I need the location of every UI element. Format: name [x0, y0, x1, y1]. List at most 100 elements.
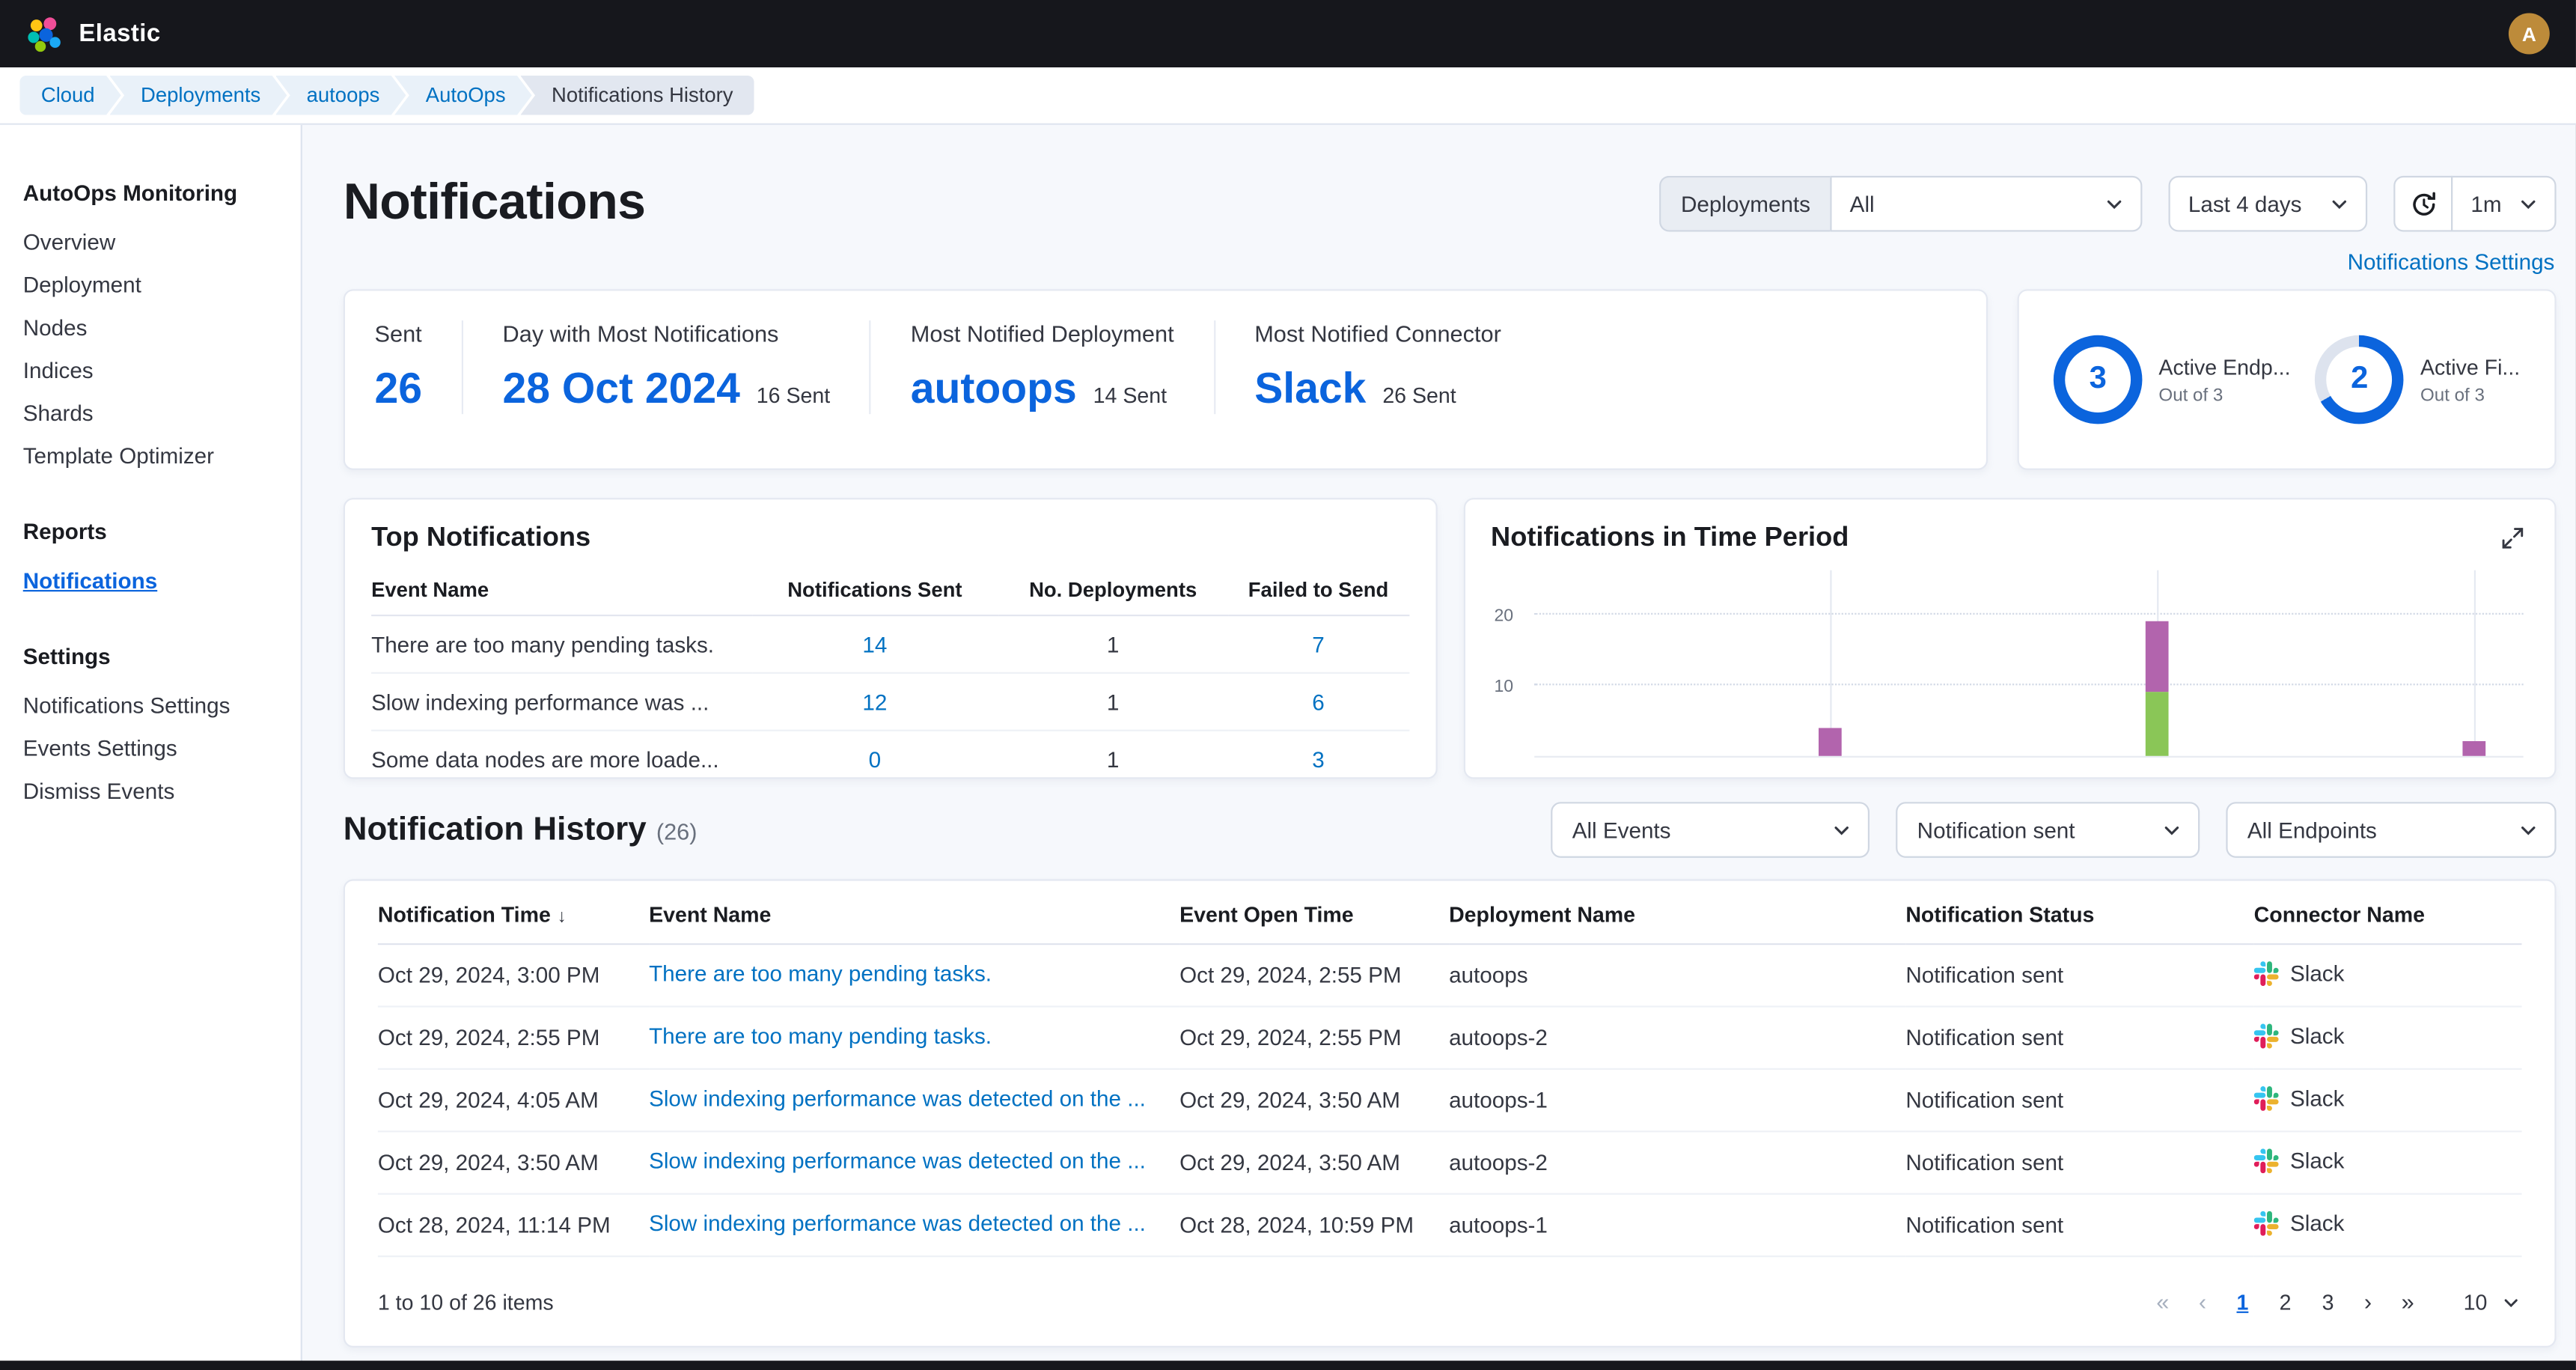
sort-desc-icon: ↓	[558, 907, 567, 927]
sidebar: AutoOps MonitoringOverviewDeploymentNode…	[0, 125, 302, 1370]
rows-per-page-select[interactable]: 10	[2464, 1289, 2522, 1314]
chevron-down-icon	[2500, 1291, 2522, 1312]
event-name-link[interactable]: There are too many pending tasks.	[649, 960, 992, 985]
event-name-link[interactable]: Slow indexing performance was detected o…	[649, 1148, 1146, 1172]
sidebar-item-deployment[interactable]: Deployment	[0, 263, 301, 305]
event-name-link[interactable]: There are too many pending tasks.	[649, 1023, 992, 1047]
page-title: Notifications	[344, 172, 646, 231]
sidebar-item-template-optimizer[interactable]: Template Optimizer	[0, 434, 301, 477]
breadcrumb-deployments[interactable]: Deployments	[109, 76, 287, 115]
brand-name: Elastic	[79, 19, 160, 47]
sidebar-item-shards[interactable]: Shards	[0, 391, 301, 433]
sidebar-item-notifications-settings[interactable]: Notifications Settings	[0, 684, 301, 726]
top-notifications-card: Top Notifications Event Name Notificatio…	[344, 498, 1437, 779]
connector-cell: Slack	[2254, 1148, 2345, 1172]
sidebar-item-dismiss-events[interactable]: Dismiss Events	[0, 769, 301, 812]
failed-to-send-link[interactable]: 7	[1312, 632, 1324, 657]
page-button-3[interactable]: 3	[2308, 1284, 2348, 1318]
history-table: Notification Time↓ Event Name Event Open…	[378, 884, 2522, 1257]
auto-refresh-group: 1m	[2393, 176, 2556, 232]
brand: Elastic	[26, 16, 160, 52]
notifications-sent-link[interactable]: 0	[869, 747, 881, 772]
breadcrumb-autoops[interactable]: autoops	[275, 76, 406, 115]
event-name-link[interactable]: Slow indexing performance was detected o…	[649, 1211, 1146, 1235]
deployments-filter-select[interactable]: All	[1830, 176, 2142, 232]
next-page-button[interactable]: ›	[2351, 1283, 2384, 1319]
column-header-no-deployments: No. Deployments	[998, 570, 1228, 615]
stat-label: Most Notified Connector	[1254, 320, 1501, 347]
connector-cell: Slack	[2254, 1023, 2345, 1047]
top-notification-row: Slow indexing performance was ...1216	[371, 673, 1408, 731]
last-page-button[interactable]: »	[2388, 1283, 2427, 1319]
stat-value: autoops	[911, 363, 1077, 414]
summary-stats-card: Sent26 Day with Most Notifications 28 Oct …	[344, 289, 1988, 469]
gauge-ring: 3	[2054, 335, 2143, 424]
refresh-button[interactable]	[2393, 176, 2453, 232]
gauge-label: Active Fi...	[2420, 354, 2520, 379]
active-endpoints-card: 3Active Endp...Out of 32Active Fi...Out …	[2018, 289, 2557, 469]
notification-time: Oct 28, 2024, 11:14 PM	[378, 1194, 649, 1256]
stat-value: 26	[374, 363, 421, 414]
page-button-1[interactable]: 1	[2223, 1284, 2262, 1318]
stat-day-with-most-notifications: Day with Most Notifications28 Oct 202416…	[462, 320, 870, 414]
top-header: Elastic A	[0, 0, 2576, 67]
stat-sub: 26 Sent	[1382, 383, 1456, 407]
avatar[interactable]: A	[2509, 13, 2550, 55]
sidebar-item-events-settings[interactable]: Events Settings	[0, 726, 301, 769]
previous-page-button[interactable]: ‹	[2185, 1283, 2219, 1319]
history-row: Oct 29, 2024, 3:00 PMThere are too many …	[378, 944, 2522, 1006]
stat-label: Day with Most Notifications	[503, 320, 831, 347]
time-range-group: Last 4 days	[2169, 176, 2368, 232]
rows-per-page-value: 10	[2464, 1289, 2488, 1314]
first-page-button[interactable]: «	[2143, 1283, 2182, 1319]
time-range-select[interactable]: Last 4 days	[2169, 176, 2368, 232]
history-row: Oct 29, 2024, 2:55 PMThere are too many …	[378, 1006, 2522, 1068]
breadcrumb-autoops[interactable]: AutoOps	[394, 76, 532, 115]
history-card: Notification Time↓ Event Name Event Open…	[344, 879, 2557, 1348]
deployment-name: autoops-2	[1449, 1006, 1905, 1068]
notifications-settings-link[interactable]: Notifications Settings	[2348, 250, 2555, 275]
notifications-sent-link[interactable]: 14	[862, 632, 887, 657]
refresh-interval-select[interactable]: 1m	[2451, 176, 2556, 232]
notification-status: Notification sent	[1905, 1194, 2253, 1256]
sidebar-item-notifications[interactable]: Notifications	[0, 558, 301, 601]
sidebar-item-nodes[interactable]: Nodes	[0, 305, 301, 348]
elastic-logo	[26, 16, 62, 52]
breadcrumb-cloud[interactable]: Cloud	[19, 76, 120, 115]
sidebar-item-overview[interactable]: Overview	[0, 220, 301, 263]
notification-time: Oct 29, 2024, 3:50 AM	[378, 1131, 649, 1193]
stat-value: 28 Oct 2024	[503, 363, 740, 414]
sidebar-heading-settings: Settings	[0, 644, 301, 669]
gauge-active-fi: 2Active Fi...Out of 3	[2316, 335, 2521, 424]
filter-all-events[interactable]: All Events	[1551, 802, 1870, 858]
connector-cell: Slack	[2254, 960, 2345, 985]
breadcrumb: CloudDeploymentsautoopsAutoOpsNotificati…	[0, 67, 2576, 125]
page-button-2[interactable]: 2	[2265, 1284, 2305, 1318]
chevron-down-icon	[2161, 818, 2184, 841]
slack-icon	[2254, 1086, 2279, 1110]
chart-bar-purple[interactable]	[1819, 728, 1843, 756]
event-name: Slow indexing performance was ...	[371, 673, 751, 731]
notification-status: Notification sent	[1905, 1131, 2253, 1193]
expand-icon[interactable]	[2497, 523, 2529, 554]
stat-sent: Sent26	[361, 320, 462, 414]
column-header-connector-name: Connector Name	[2254, 884, 2522, 944]
failed-to-send-link[interactable]: 6	[1312, 689, 1324, 714]
app-window: Elastic A CloudDeploymentsautoopsAutoOps…	[0, 0, 2576, 1370]
filter-notification-sent[interactable]: Notification sent	[1896, 802, 2200, 858]
column-header-deployment-name: Deployment Name	[1449, 884, 1905, 944]
filter-all-endpoints[interactable]: All Endpoints	[2226, 802, 2556, 858]
y-axis-label: 20	[1494, 606, 1513, 626]
top-notification-row: Some data nodes are more loade...013	[371, 731, 1408, 779]
column-header-notification-time[interactable]: Notification Time↓	[378, 884, 649, 944]
stat-label: Most Notified Deployment	[911, 320, 1174, 347]
chart-bar-purple[interactable]	[2146, 621, 2169, 692]
event-name-link[interactable]: Slow indexing performance was detected o…	[649, 1086, 1146, 1110]
deployment-name: autoops	[1449, 944, 1905, 1006]
failed-to-send-link[interactable]: 3	[1312, 747, 1324, 772]
sidebar-item-indices[interactable]: Indices	[0, 348, 301, 391]
chart-bar-purple[interactable]	[2462, 742, 2485, 756]
notifications-sent-link[interactable]: 12	[862, 689, 887, 714]
sidebar-section-autoops-monitoring: AutoOps MonitoringOverviewDeploymentNode…	[0, 180, 301, 476]
chart-bar-green[interactable]	[2146, 692, 2169, 756]
